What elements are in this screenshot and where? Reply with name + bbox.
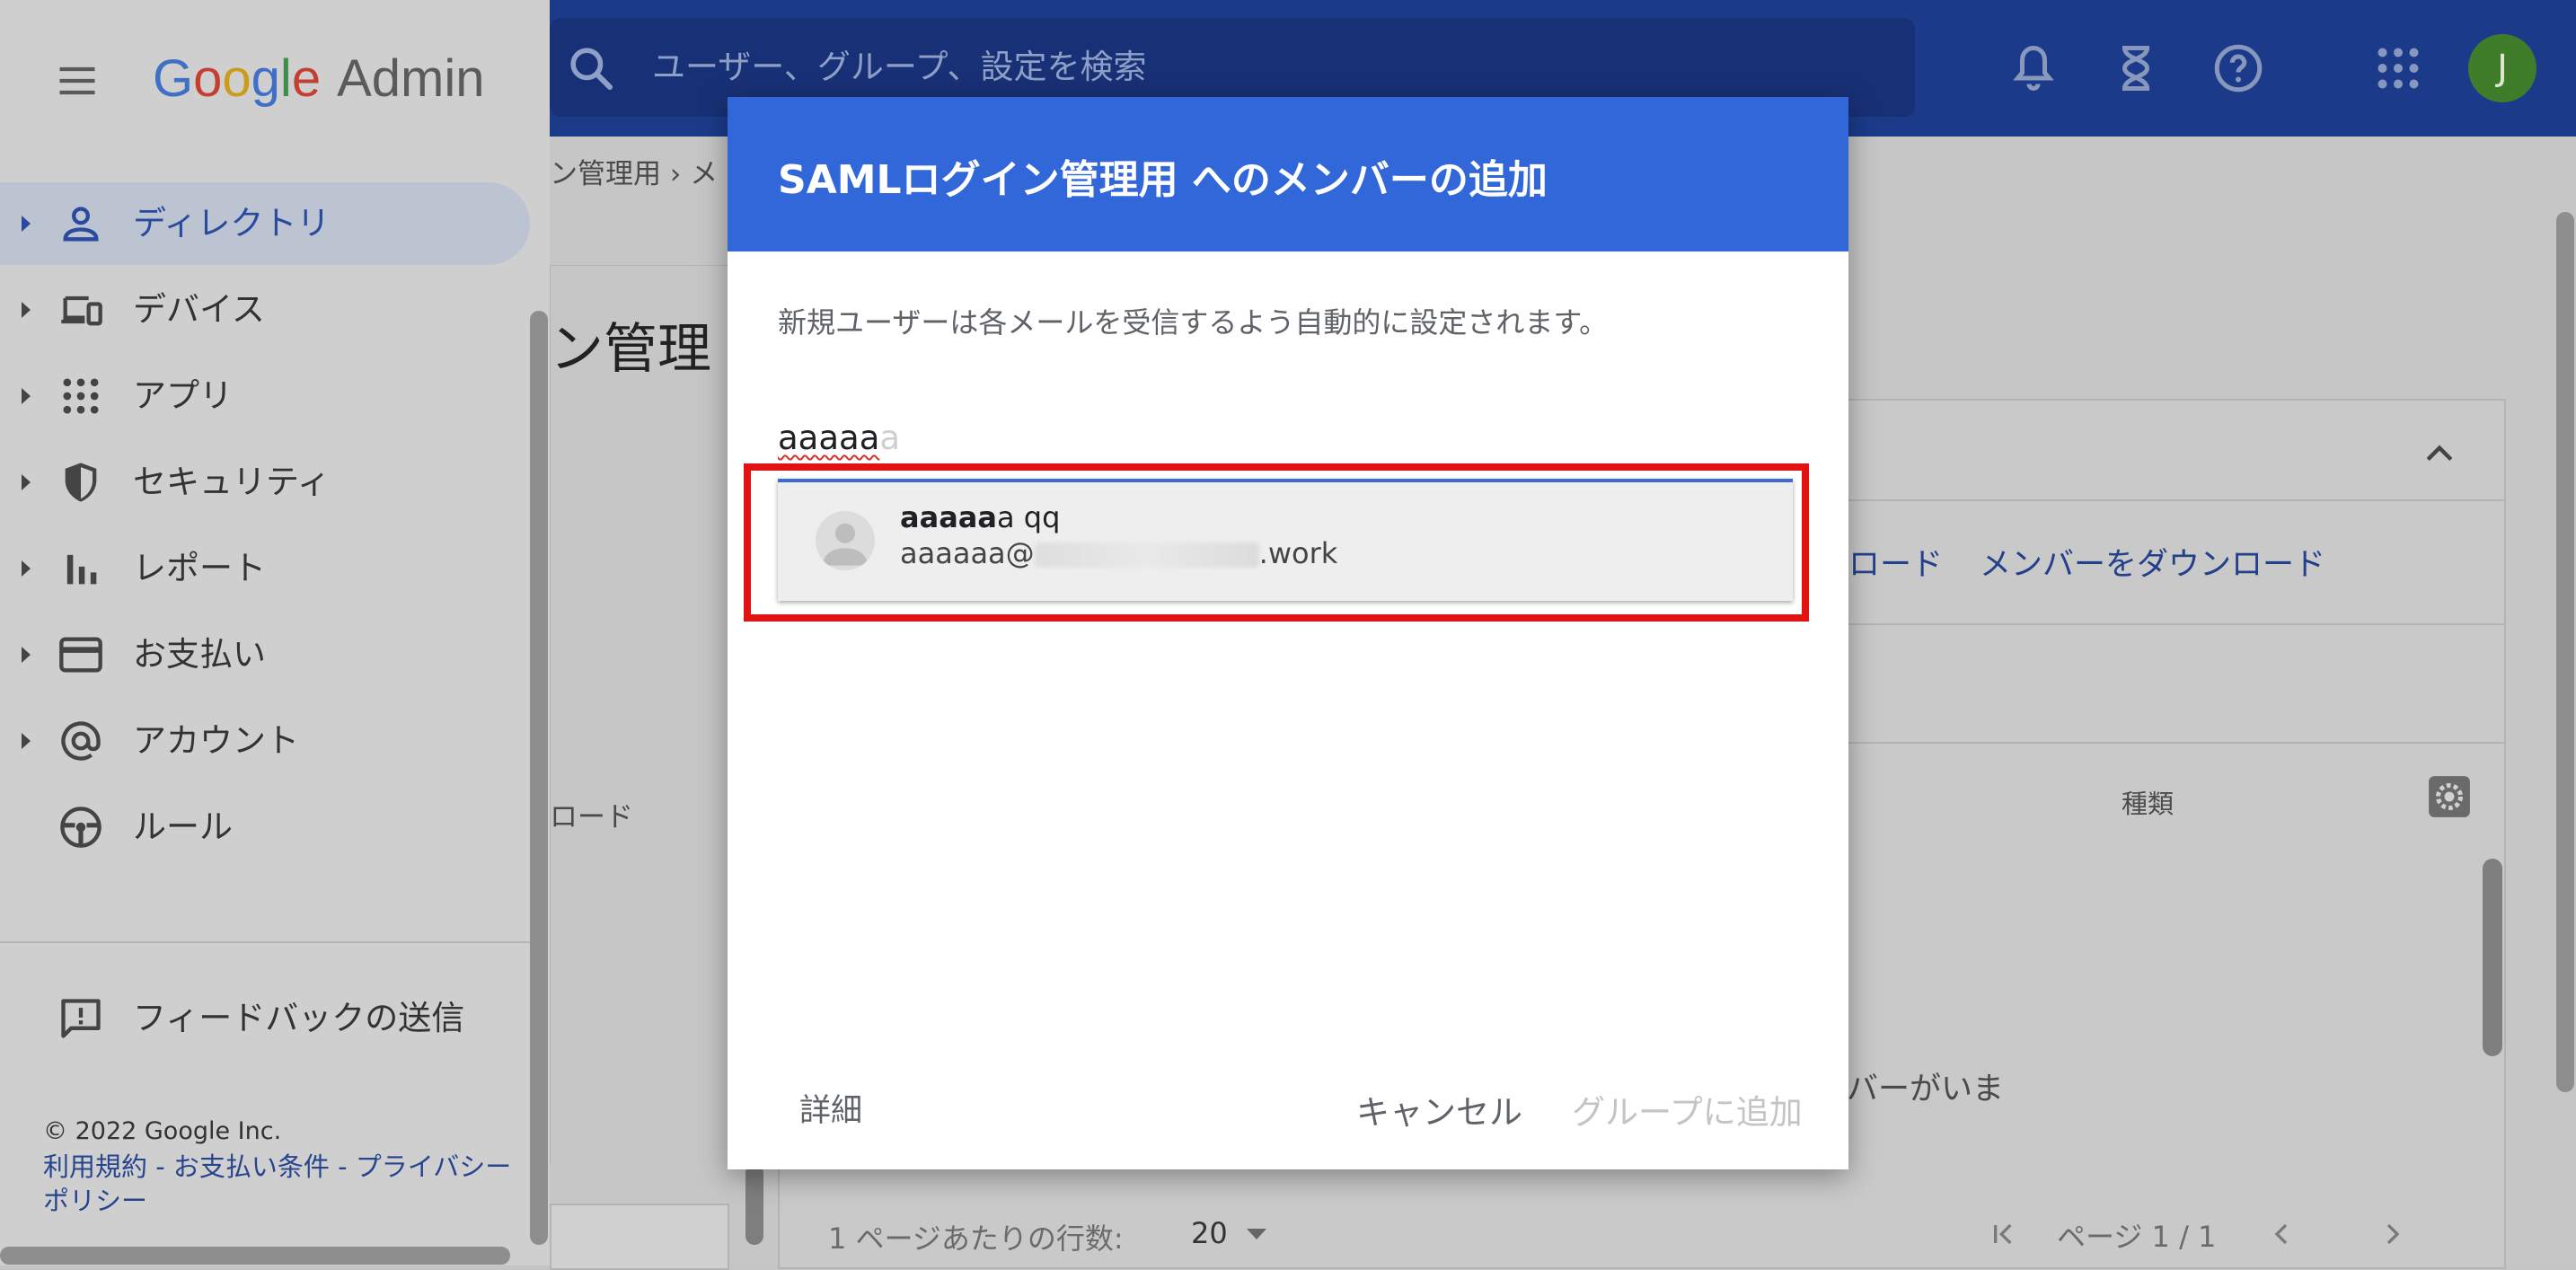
first-page-icon[interactable] bbox=[1985, 1216, 2021, 1252]
hourglass-icon[interactable] bbox=[2109, 41, 2163, 95]
divider bbox=[1848, 499, 2504, 501]
empty-members-message: バーがいま bbox=[1847, 1072, 2005, 1107]
table-scrollbar[interactable] bbox=[2483, 859, 2502, 1056]
person-icon bbox=[63, 207, 99, 242]
chevron-up-icon[interactable] bbox=[2420, 435, 2459, 474]
search-placeholder[interactable]: ユーザー、グループ、設定を検索 bbox=[652, 43, 1147, 92]
bar-chart-icon bbox=[66, 554, 97, 585]
rows-per-page-label: 1 ページあたりの行数: bbox=[828, 1221, 1124, 1256]
sidebar: Google Admin ディレクトリ デバイス アプリ セキュリティ レポート… bbox=[0, 0, 550, 1266]
bg-panel bbox=[550, 1204, 729, 1270]
sidebar-item-label: アカウント bbox=[133, 721, 299, 760]
dialog-description: 新規ユーザーは各メールを受信するよう自動的に設定されます。 bbox=[778, 305, 1609, 340]
bg-partial-label: ロード bbox=[550, 801, 633, 833]
divider bbox=[1848, 742, 2504, 744]
suggestion-email: aaaaaa@ .work bbox=[900, 536, 1338, 570]
account-avatar[interactable]: J bbox=[2468, 34, 2536, 102]
download-members-link[interactable]: メンバーをダウンロード bbox=[1980, 539, 2325, 585]
expand-arrow-icon[interactable] bbox=[22, 302, 31, 318]
expand-arrow-icon[interactable] bbox=[22, 733, 31, 749]
next-page-icon[interactable] bbox=[2375, 1216, 2411, 1252]
dialog-title: SAMLログイン管理用 へのメンバーの追加 bbox=[778, 157, 1548, 203]
sidebar-item-label: ルール bbox=[133, 807, 233, 846]
sidebar-item-label: セキュリティ bbox=[133, 463, 331, 501]
sidebar-item-label: お支払い bbox=[133, 635, 266, 674]
expand-arrow-icon[interactable] bbox=[22, 647, 31, 663]
expand-arrow-icon[interactable] bbox=[22, 388, 31, 404]
sidebar-item-label: アプリ bbox=[133, 376, 233, 415]
sidebar-item-rules[interactable]: ルール bbox=[0, 786, 530, 869]
search-icon[interactable] bbox=[566, 43, 616, 93]
suggestion-item[interactable]: aaaaaa qq aaaaaa@ .work bbox=[778, 479, 1793, 601]
column-header-type[interactable]: 種類 bbox=[2122, 783, 2174, 821]
sidebar-item-label: レポート bbox=[133, 549, 266, 587]
member-input-value[interactable]: aaaaa bbox=[778, 419, 879, 457]
page-scrollbar[interactable] bbox=[2556, 212, 2574, 1092]
feedback-icon bbox=[61, 999, 101, 1038]
dropdown-caret-icon[interactable] bbox=[1247, 1229, 1266, 1239]
dialog-header: SAMLログイン管理用 へのメンバーの追加 bbox=[728, 97, 1848, 251]
add-to-group-button[interactable]: グループに追加 bbox=[1572, 1085, 1803, 1133]
sidebar-item-account[interactable]: アカウント bbox=[0, 700, 530, 782]
at-sign-icon bbox=[61, 721, 101, 761]
breadcrumb[interactable]: ン管理用 › メ bbox=[550, 151, 718, 191]
page-indicator: ページ 1 / 1 bbox=[2057, 1220, 2217, 1254]
sidebar-item-devices[interactable]: デバイス bbox=[0, 269, 530, 351]
sidebar-item-security[interactable]: セキュリティ bbox=[0, 441, 530, 524]
panel-scrollbar[interactable] bbox=[745, 1164, 763, 1245]
steering-wheel-icon bbox=[60, 807, 101, 848]
redacted-text bbox=[1034, 542, 1259, 568]
divider bbox=[1848, 623, 2504, 625]
notifications-bell-icon[interactable] bbox=[2007, 41, 2060, 95]
sidebar-item-label: ディレクトリ bbox=[133, 204, 331, 243]
credit-card-icon bbox=[59, 637, 102, 673]
help-icon[interactable] bbox=[2211, 41, 2265, 95]
shield-icon bbox=[65, 463, 97, 502]
sidebar-scrollbar[interactable] bbox=[530, 311, 548, 1245]
sidebar-item-billing[interactable]: お支払い bbox=[0, 613, 530, 696]
google-admin-logo[interactable]: Google Admin bbox=[153, 47, 484, 111]
member-search-input[interactable]: aaaaaa bbox=[778, 419, 900, 457]
sidebar-horizontal-scrollbar[interactable] bbox=[0, 1247, 510, 1265]
sidebar-item-directory[interactable]: ディレクトリ bbox=[0, 182, 530, 265]
sidebar-divider bbox=[0, 941, 530, 943]
footer-links[interactable]: 利用規約 - お支払い条件 - プライバシー ポリシー bbox=[43, 1150, 528, 1218]
send-feedback-button[interactable]: フィードバックの送信 bbox=[0, 977, 530, 1060]
feedback-label: フィードバックの送信 bbox=[133, 999, 465, 1037]
expand-arrow-icon[interactable] bbox=[22, 560, 31, 577]
previous-page-icon[interactable] bbox=[2263, 1216, 2299, 1252]
expand-arrow-icon[interactable] bbox=[22, 216, 31, 232]
member-input-autocomplete: a bbox=[879, 419, 901, 457]
download-link[interactable]: ロード bbox=[1848, 539, 1943, 585]
cancel-button[interactable]: キャンセル bbox=[1356, 1085, 1522, 1133]
sidebar-item-apps[interactable]: アプリ bbox=[0, 355, 530, 437]
page-title: ン管理 bbox=[550, 318, 711, 381]
expand-arrow-icon[interactable] bbox=[22, 474, 31, 490]
details-button[interactable]: 詳細 bbox=[799, 1085, 862, 1131]
rows-per-page-select[interactable]: 20 bbox=[1191, 1216, 1228, 1250]
suggestion-name: aaaaaa qq bbox=[900, 500, 1061, 534]
add-members-dialog: SAMLログイン管理用 へのメンバーの追加 新規ユーザーは各メールを受信するよう… bbox=[728, 97, 1848, 1169]
devices-icon bbox=[61, 295, 102, 326]
sidebar-item-reports[interactable]: レポート bbox=[0, 527, 530, 610]
gear-icon[interactable] bbox=[2427, 774, 2472, 819]
apps-launcher-icon[interactable] bbox=[2371, 41, 2425, 95]
copyright-text: © 2022 Google Inc. bbox=[43, 1117, 282, 1145]
apps-grid-icon bbox=[63, 378, 99, 414]
user-avatar-icon bbox=[816, 511, 875, 570]
hamburger-menu-icon[interactable] bbox=[54, 57, 101, 104]
sidebar-item-label: デバイス bbox=[133, 290, 265, 329]
